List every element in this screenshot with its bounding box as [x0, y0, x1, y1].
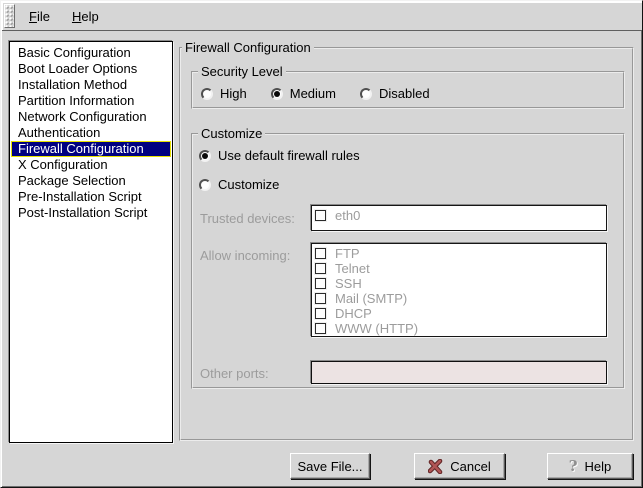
- trusted-device-item-eth0: eth0: [315, 208, 603, 223]
- save-file-button-label: Save File...: [297, 459, 362, 474]
- customize-group: Customize Use default firewall rules Cus…: [191, 133, 625, 389]
- radio-label: Medium: [290, 86, 336, 101]
- cancel-x-icon: [428, 459, 443, 474]
- sidebar-item-post-installation-script[interactable]: Post-Installation Script: [11, 205, 171, 221]
- checkbox-label: Mail (SMTP): [335, 291, 407, 306]
- menu-file[interactable]: File: [18, 2, 61, 30]
- radio-security-high[interactable]: High: [201, 86, 247, 101]
- cancel-button[interactable]: Cancel: [414, 453, 505, 479]
- checkbox-label: WWW (HTTP): [335, 321, 418, 336]
- checkbox-icon: [315, 248, 326, 259]
- trusted-devices-list: eth0: [311, 205, 607, 231]
- radio-icon: [199, 179, 211, 191]
- help-button[interactable]: ? Help: [547, 453, 633, 479]
- radio-icon: [199, 150, 211, 162]
- radio-label: Customize: [218, 177, 279, 192]
- checkbox-icon: [315, 210, 326, 221]
- save-file-button[interactable]: Save File...: [290, 453, 370, 479]
- sidebar-item-partition-information[interactable]: Partition Information: [11, 93, 171, 109]
- radio-security-medium[interactable]: Medium: [271, 86, 336, 101]
- sidebar-item-package-selection[interactable]: Package Selection: [11, 173, 171, 189]
- checkbox-label: DHCP: [335, 306, 372, 321]
- sidebar-item-network-configuration[interactable]: Network Configuration: [11, 109, 171, 125]
- help-button-label: Help: [585, 459, 612, 474]
- sidebar-item-boot-loader-options[interactable]: Boot Loader Options: [11, 61, 171, 77]
- allow-incoming-item-mail-smtp: Mail (SMTP): [315, 291, 603, 306]
- other-ports-label: Other ports:: [200, 366, 269, 381]
- radio-customize[interactable]: Customize: [199, 177, 279, 192]
- allow-incoming-item-telnet: Telnet: [315, 261, 603, 276]
- allow-incoming-item-www-http: WWW (HTTP): [315, 321, 603, 336]
- frame-title: Firewall Configuration: [182, 41, 314, 55]
- radio-label: High: [220, 86, 247, 101]
- allow-incoming-item-ftp: FTP: [315, 246, 603, 261]
- sidebar-item-firewall-configuration[interactable]: Firewall Configuration: [11, 141, 171, 157]
- sidebar-item-pre-installation-script[interactable]: Pre-Installation Script: [11, 189, 171, 205]
- radio-label: Disabled: [379, 86, 430, 101]
- sidebar-item-installation-method[interactable]: Installation Method: [11, 77, 171, 93]
- security-level-group: Security Level High Medium Disabled: [191, 71, 625, 109]
- radio-security-disabled[interactable]: Disabled: [360, 86, 430, 101]
- menubar: File Help: [2, 2, 642, 31]
- allow-incoming-item-ssh: SSH: [315, 276, 603, 291]
- firewall-configuration-frame: Firewall Configuration Security Level Hi…: [179, 47, 634, 441]
- cancel-button-label: Cancel: [450, 459, 490, 474]
- checkbox-icon: [315, 323, 326, 334]
- customize-title: Customize: [198, 127, 265, 141]
- security-level-title: Security Level: [198, 65, 286, 79]
- section-list: Basic Configuration Boot Loader Options …: [9, 41, 173, 443]
- checkbox-label: eth0: [335, 208, 360, 223]
- checkbox-label: Telnet: [335, 261, 370, 276]
- radio-label: Use default firewall rules: [218, 148, 360, 163]
- checkbox-icon: [315, 308, 326, 319]
- sidebar-item-basic-configuration[interactable]: Basic Configuration: [11, 45, 171, 61]
- sidebar-item-authentication[interactable]: Authentication: [11, 125, 171, 141]
- radio-icon: [360, 88, 372, 100]
- kickstart-configurator-window: File Help Basic Configuration Boot Loade…: [0, 0, 643, 488]
- radio-icon: [201, 88, 213, 100]
- other-ports-input: [311, 361, 607, 384]
- allow-incoming-label: Allow incoming:: [200, 248, 290, 263]
- allow-incoming-list: FTP Telnet SSH Mail (SMTP): [311, 243, 607, 337]
- help-question-icon: ?: [569, 459, 578, 474]
- security-level-radios: High Medium Disabled: [201, 86, 430, 101]
- checkbox-icon: [315, 263, 326, 274]
- radio-icon: [271, 88, 283, 100]
- checkbox-icon: [315, 278, 326, 289]
- allow-incoming-item-dhcp: DHCP: [315, 306, 603, 321]
- radio-use-default-firewall-rules[interactable]: Use default firewall rules: [199, 148, 360, 163]
- checkbox-icon: [315, 293, 326, 304]
- checkbox-label: FTP: [335, 246, 360, 261]
- menu-help[interactable]: Help: [61, 2, 110, 30]
- sidebar-item-x-configuration[interactable]: X Configuration: [11, 157, 171, 173]
- trusted-devices-label: Trusted devices:: [200, 211, 295, 226]
- checkbox-label: SSH: [335, 276, 362, 291]
- menubar-grip-handle-icon[interactable]: [4, 4, 15, 28]
